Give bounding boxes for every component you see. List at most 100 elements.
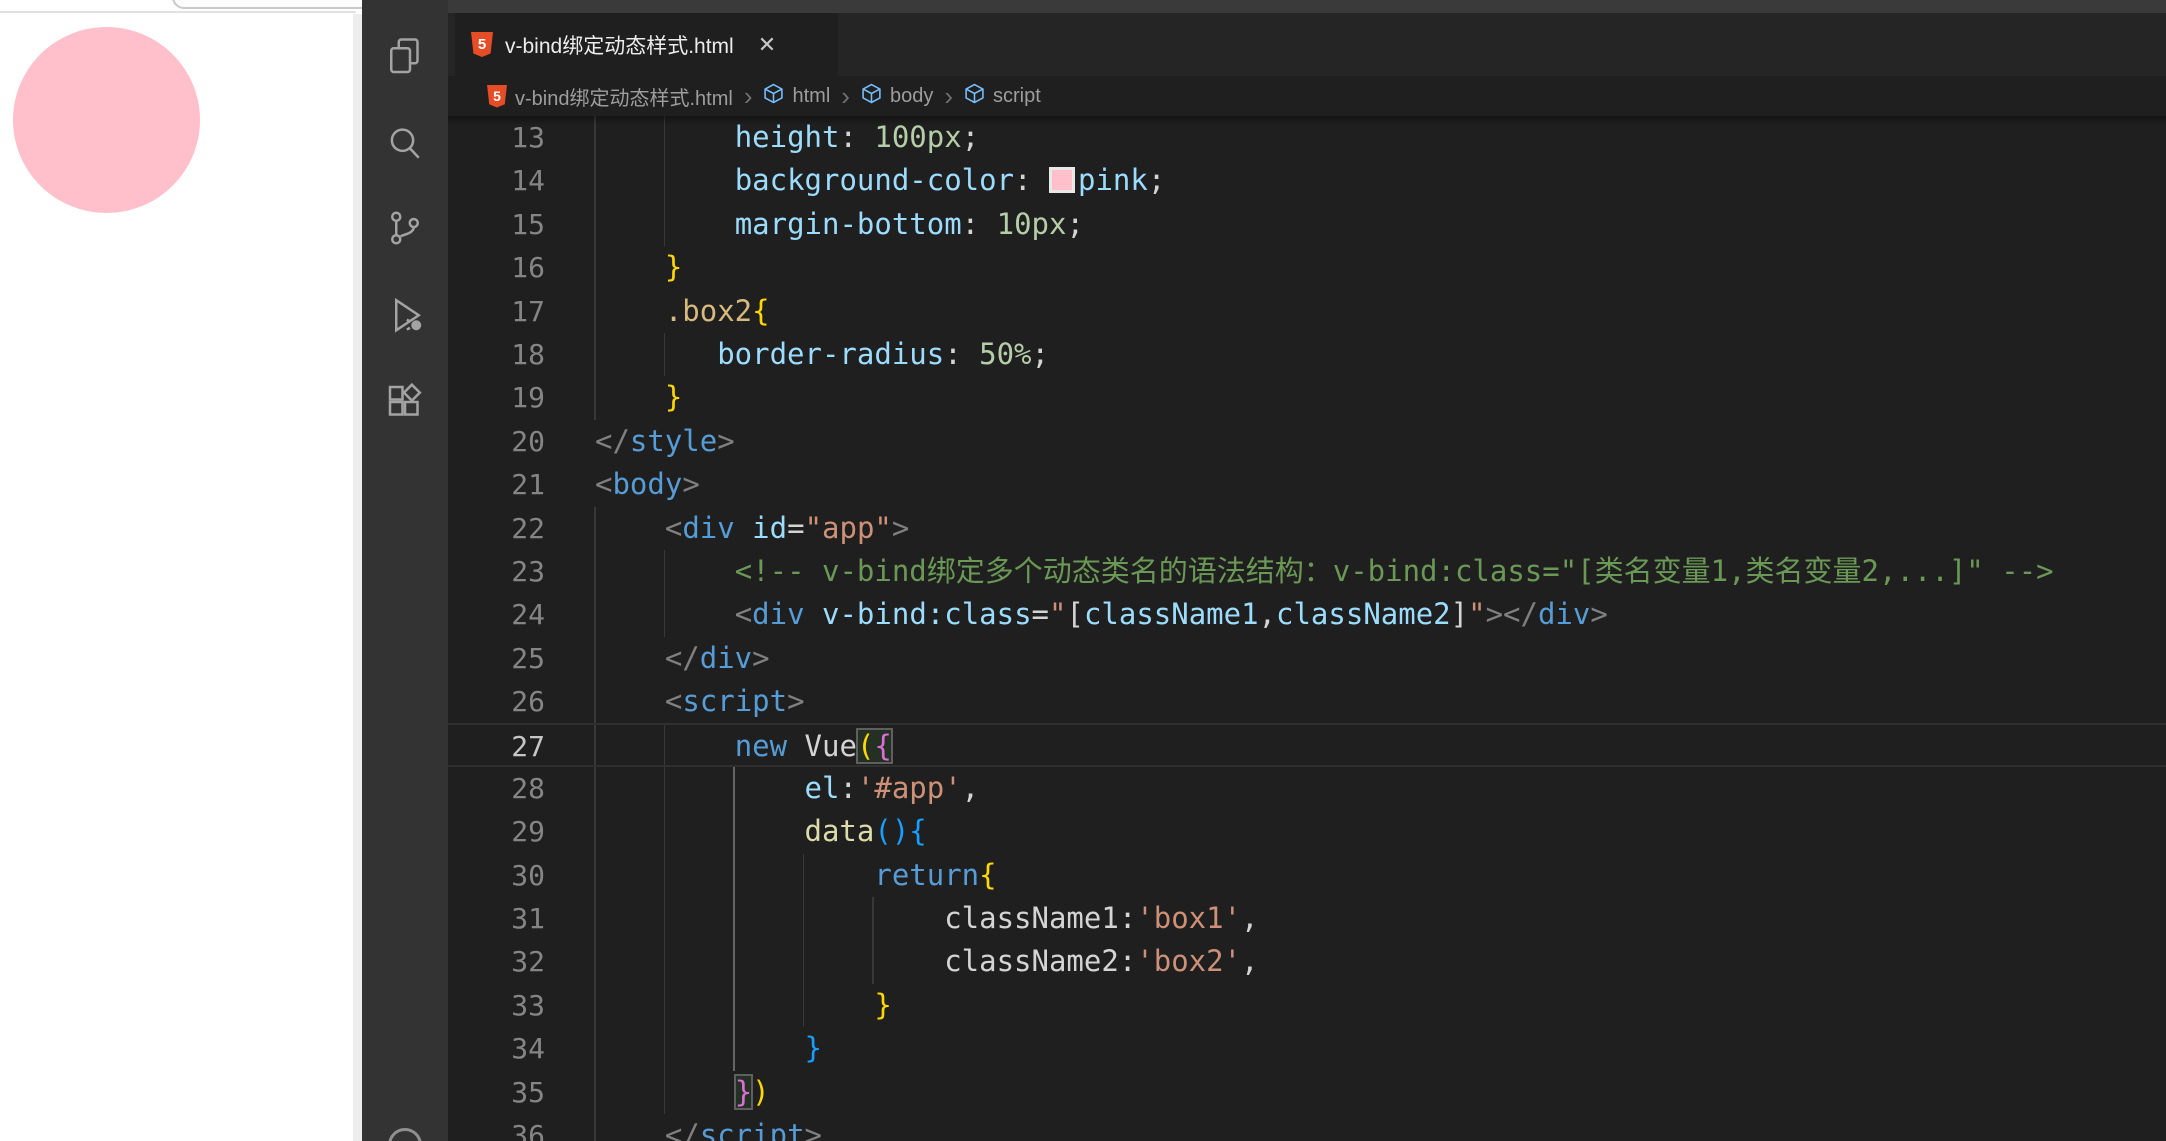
activity-bar [362, 0, 448, 1141]
close-icon[interactable]: ✕ [758, 34, 776, 56]
code-token: pink [1078, 163, 1148, 197]
code-token: > [752, 641, 769, 675]
code-line: 27 new Vue({ [448, 723, 2166, 766]
code-token [595, 1118, 665, 1141]
code-token: : [1119, 944, 1136, 978]
code-token: margin-bottom [735, 207, 962, 241]
code-text: className2:'box2', [595, 940, 1259, 983]
code-line: 28 el:'#app', [448, 767, 2166, 810]
line-number: 23 [448, 550, 545, 593]
code-text: background-color: pink; [595, 159, 1165, 202]
run-debug-icon[interactable] [383, 292, 427, 336]
breadcrumb-item-file[interactable]: 5 v-bind绑定动态样式.html [487, 82, 733, 111]
indent-guide [594, 159, 596, 202]
source-control-icon[interactable] [383, 206, 427, 250]
code-token: , [1259, 597, 1276, 631]
code-token: height [735, 120, 840, 154]
code-token: className2 [1276, 597, 1451, 631]
indent-guide [733, 767, 735, 810]
code-token: > [1590, 597, 1607, 631]
code-token: { [979, 858, 996, 892]
code-line: 18 border-radius: 50%; [448, 333, 2166, 376]
code-token [595, 294, 665, 328]
breadcrumb-separator-icon: › [839, 83, 852, 109]
code-token: .box2 [665, 294, 752, 328]
search-icon[interactable] [383, 122, 427, 166]
indent-guide [594, 203, 596, 246]
extensions-icon[interactable] [383, 380, 427, 424]
indent-guide [733, 1027, 735, 1070]
indent-guide [664, 1027, 666, 1070]
code-token: , [1241, 901, 1258, 935]
code-token: ( [857, 729, 874, 763]
code-token: ] [1451, 597, 1468, 631]
code-line: 24 <div v-bind:class="[className1,classN… [448, 593, 2166, 636]
line-number: 18 [448, 333, 545, 376]
code-text: className1:'box1', [595, 897, 1259, 940]
code-token: className1 [1084, 597, 1259, 631]
code-token: } [735, 1075, 752, 1109]
indent-guide [872, 897, 874, 940]
code-token: background-color [735, 163, 1014, 197]
code-line: 19 } [448, 376, 2166, 419]
line-number: 19 [448, 376, 545, 419]
code-token: } [665, 250, 682, 284]
code-token: style [630, 424, 717, 458]
code-line: 30 return{ [448, 854, 2166, 897]
title-bar [448, 0, 2166, 13]
code-token: div [700, 641, 752, 675]
code-token: </ [665, 641, 700, 675]
bracket-match-highlight: } [735, 1075, 752, 1109]
code-line: 14 background-color: pink; [448, 159, 2166, 202]
code-line: 32 className2:'box2', [448, 940, 2166, 983]
code-token: border-radius [717, 337, 944, 371]
code-token [857, 120, 874, 154]
code-editor[interactable]: 13 height: 100px;14 background-color: pi… [448, 116, 2166, 1141]
indent-guide [664, 984, 666, 1027]
breadcrumb-item-html[interactable]: html [763, 83, 830, 110]
code-token: </ [595, 424, 630, 458]
indent-guide [664, 550, 666, 593]
code-token: body [612, 467, 682, 501]
code-token [595, 814, 805, 848]
indent-guide [803, 854, 805, 897]
browser-scrollbar[interactable] [353, 14, 362, 1141]
indent-guide [664, 333, 666, 376]
indent-guide [594, 376, 596, 419]
indent-guide [803, 897, 805, 940]
code-token [595, 641, 665, 675]
code-token: 10px [997, 207, 1067, 241]
code-token: > [1486, 597, 1503, 631]
preview-pink-circle [13, 27, 200, 213]
code-token: { [909, 814, 926, 848]
tab-vbind-file[interactable]: 5 v-bind绑定动态样式.html ✕ [455, 13, 838, 76]
code-text: new Vue({ [595, 725, 892, 768]
code-token: = [787, 511, 804, 545]
account-icon[interactable] [388, 1128, 422, 1141]
indent-guide [664, 940, 666, 983]
breadcrumb-item-body[interactable]: body [861, 83, 933, 110]
code-token: script [700, 1118, 805, 1141]
code-token: ; [1032, 337, 1049, 371]
code-text: }) [595, 1071, 770, 1114]
code-token: new [735, 729, 787, 763]
line-number: 15 [448, 203, 545, 246]
code-text: <!-- v-bind绑定多个动态类名的语法结构：v-bind:class="[… [595, 550, 2054, 593]
indent-guide [872, 940, 874, 983]
explorer-icon[interactable] [383, 35, 427, 79]
symbol-cube-icon [763, 83, 784, 110]
code-token [595, 901, 944, 935]
breadcrumb-item-script[interactable]: script [964, 83, 1041, 110]
code-token: : [839, 771, 856, 805]
code-line: 20</style> [448, 420, 2166, 463]
code-text: <div id="app"> [595, 507, 909, 550]
indent-guide [664, 897, 666, 940]
code-text: } [595, 984, 892, 1027]
color-swatch[interactable] [1049, 167, 1075, 193]
line-number: 13 [448, 116, 545, 159]
indent-guide [594, 1114, 596, 1141]
code-token: data [805, 814, 875, 848]
code-line: 25 </div> [448, 637, 2166, 680]
symbol-cube-icon [861, 83, 882, 110]
browser-chrome-divider [0, 11, 356, 13]
